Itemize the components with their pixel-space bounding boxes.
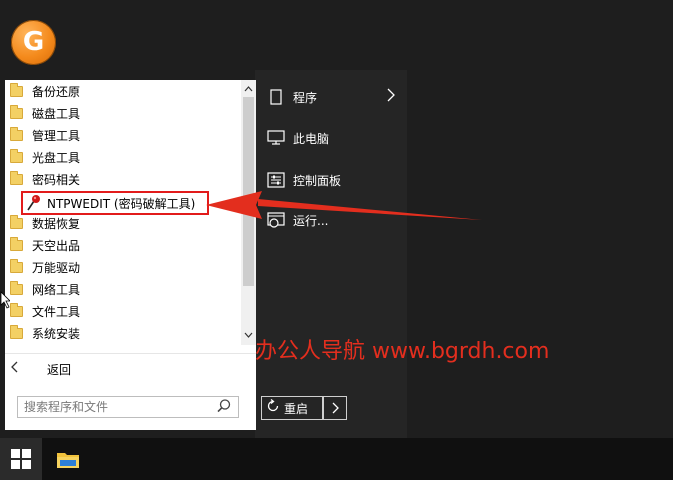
list-item-label: 管理工具 (32, 128, 81, 143)
folder-icon (10, 236, 23, 251)
list-item-label: 密码相关 (32, 172, 81, 187)
chevron-right-icon (332, 402, 339, 414)
list-item[interactable]: 网络工具 (10, 278, 236, 300)
scroll-thumb[interactable] (243, 97, 254, 286)
document-icon (265, 86, 287, 108)
folder-icon (10, 258, 23, 273)
folder-icon (10, 170, 23, 185)
monitor-icon (265, 127, 287, 149)
list-item[interactable]: 光盘工具 (10, 146, 236, 168)
list-item[interactable]: 数据恢复 (10, 212, 236, 234)
list-item-label: 万能驱动 (32, 260, 81, 275)
list-item[interactable]: 备份还原 (10, 80, 236, 102)
list-item[interactable]: 天空出品 (10, 234, 236, 256)
folder-icon (10, 82, 23, 97)
list-item-label: 备份还原 (32, 84, 81, 99)
chevron-up-icon (244, 86, 253, 92)
list-item[interactable]: 万能驱动 (10, 256, 236, 278)
folder-icon (10, 104, 23, 119)
menu-item-run[interactable]: 运行... (255, 206, 407, 234)
taskbar (0, 438, 673, 480)
menu-item-run-label: 运行... (293, 213, 329, 228)
scroll-up-button[interactable] (241, 82, 256, 97)
file-explorer-button[interactable] (48, 438, 88, 480)
search-input[interactable] (24, 398, 216, 416)
restart-icon (262, 398, 284, 417)
list-item[interactable]: 管理工具 (10, 124, 236, 146)
list-item-label: 磁盘工具 (32, 106, 81, 121)
folder-icon (10, 302, 23, 317)
folder-icon (10, 280, 23, 295)
program-list: 备份还原 磁盘工具 管理工具 光盘工具 密码相关 数据恢复 天空出品 万能驱动 … (5, 80, 241, 345)
list-item[interactable]: 密码相关 (10, 168, 236, 190)
list-item[interactable]: 文件工具 (10, 300, 236, 322)
list-item[interactable]: 磁盘工具 (10, 102, 236, 124)
list-item-label: 光盘工具 (32, 150, 81, 165)
menu-item-programs[interactable]: 程序 (255, 83, 407, 111)
folder-icon (10, 214, 23, 229)
menu-item-control-panel[interactable]: 控制面板 (255, 166, 407, 194)
menu-item-programs-label: 程序 (293, 90, 318, 105)
file-explorer-icon (57, 453, 79, 468)
list-item-label: 数据恢复 (32, 216, 81, 231)
restart-button[interactable]: 重启 (261, 396, 323, 420)
menu-item-this-pc[interactable]: 此电脑 (255, 124, 407, 152)
folder-icon (10, 324, 23, 339)
back-button[interactable]: 返回 (11, 358, 71, 380)
start-button[interactable] (0, 438, 42, 480)
control-panel-icon (265, 169, 287, 191)
watermark-text: 办公人导航 www.bgrdh.com (255, 339, 550, 364)
logo-letter: G (22, 27, 45, 57)
menu-item-control-panel-label: 控制面板 (293, 173, 342, 188)
windows-logo-icon (11, 449, 31, 469)
scrollbar[interactable] (241, 80, 256, 345)
search-box[interactable] (17, 396, 239, 418)
highlight-box (21, 191, 209, 215)
app-logo-icon[interactable]: G (11, 20, 56, 65)
shutdown-options-button[interactable] (323, 396, 347, 420)
chevron-left-icon (11, 361, 31, 377)
search-icon[interactable] (216, 398, 234, 416)
start-menu-right-column: 程序 此电脑 控制面板 运行... (255, 70, 407, 438)
list-item-label: 系统安装 (32, 326, 81, 341)
run-icon (265, 209, 287, 231)
list-item[interactable]: 系统安装 (10, 322, 236, 344)
programs-panel: 备份还原 磁盘工具 管理工具 光盘工具 密码相关 数据恢复 天空出品 万能驱动 … (5, 80, 256, 430)
divider (5, 353, 256, 354)
list-item-label: 文件工具 (32, 304, 81, 319)
menu-item-this-pc-label: 此电脑 (293, 131, 330, 146)
chevron-right-icon (387, 87, 395, 106)
chevron-down-icon (244, 332, 253, 338)
folder-icon (10, 148, 23, 163)
folder-icon (10, 126, 23, 141)
mouse-cursor-icon (0, 291, 10, 309)
scroll-down-button[interactable] (241, 328, 256, 343)
list-item-label: 网络工具 (32, 282, 81, 297)
list-item-label: 天空出品 (32, 238, 81, 253)
back-label: 返回 (47, 362, 72, 377)
restart-label: 重启 (284, 401, 309, 416)
